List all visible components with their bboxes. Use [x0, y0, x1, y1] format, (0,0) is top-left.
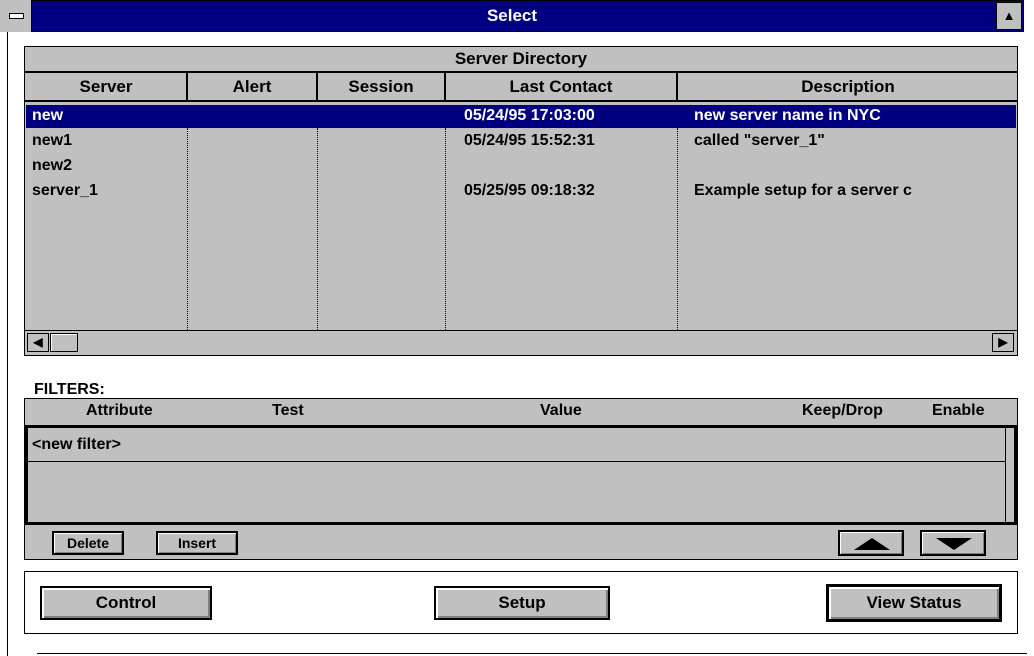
window-title: Select [486, 6, 538, 25]
filter-column-attribute: Attribute [86, 402, 153, 419]
server-cell[interactable]: new2 [32, 155, 182, 177]
filter-column-test: Test [272, 402, 304, 419]
right-arrow-icon[interactable]: ▶ [992, 333, 1014, 352]
view-status-button[interactable]: View Status [826, 584, 1002, 622]
description-cell: Example setup for a server c [694, 182, 912, 199]
filter-column-value: Value [540, 402, 582, 419]
delete-button[interactable]: Delete [52, 531, 124, 555]
maximize-icon[interactable]: ▲ [996, 2, 1022, 30]
server-cell[interactable]: new [32, 105, 182, 127]
control-button[interactable]: Control [40, 586, 212, 620]
column-header-last-contact[interactable]: Last Contact [446, 74, 676, 100]
horizontal-scrollbar[interactable] [25, 330, 1017, 354]
filter-column-keep-drop: Keep/Drop [802, 402, 883, 419]
insert-button[interactable]: Insert [156, 531, 238, 555]
server-directory-title: Server Directory [454, 49, 588, 68]
scrollbar-thumb[interactable] [50, 333, 78, 352]
last-contact-cell: 05/24/95 17:03:00 [464, 107, 595, 124]
description-cell: called "server_1" [694, 132, 825, 149]
column-header-description[interactable]: Description [678, 74, 1018, 100]
description-cell: new server name in NYC [694, 107, 881, 124]
window-frame-bottom [37, 653, 1027, 654]
column-header-server[interactable]: Server [26, 74, 186, 100]
filter-column-enable: Enable [932, 402, 985, 419]
left-arrow-icon[interactable]: ◀ [27, 333, 49, 352]
server-cell[interactable]: new1 [32, 130, 182, 152]
window-frame-left [7, 32, 8, 656]
move-up-button[interactable] [838, 530, 904, 556]
new-filter-row[interactable] [28, 428, 1006, 462]
column-header-session[interactable]: Session [318, 74, 444, 100]
new-filter-text[interactable]: <new filter> [32, 434, 121, 456]
system-menu-icon[interactable] [0, 0, 32, 32]
last-contact-cell: 05/25/95 09:18:32 [464, 182, 595, 199]
server-cell[interactable]: server_1 [32, 180, 182, 202]
column-header-alert[interactable]: Alert [188, 74, 316, 100]
last-contact-cell: 05/24/95 15:52:31 [464, 132, 595, 149]
down-triangle-icon [936, 538, 972, 550]
up-triangle-icon [854, 538, 890, 550]
move-down-button[interactable] [920, 530, 986, 556]
setup-button[interactable]: Setup [434, 586, 610, 620]
filters-label: FILTERS: [34, 381, 105, 398]
